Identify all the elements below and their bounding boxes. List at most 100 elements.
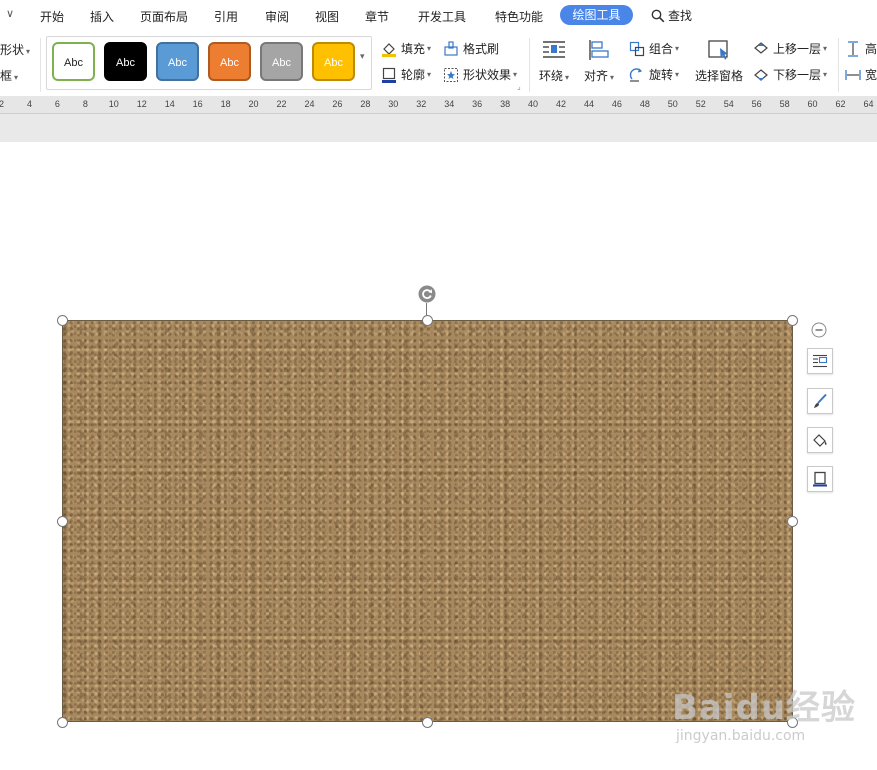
resize-handle-top[interactable] xyxy=(422,315,433,326)
shape-effect-button[interactable]: 形状效果 ▾ xyxy=(443,66,517,83)
tab-chapter[interactable]: 章节 xyxy=(365,8,389,25)
ruler-number: 44 xyxy=(583,99,594,109)
resize-handle-top-right[interactable] xyxy=(787,315,798,326)
group-button[interactable]: 组合 ▾ xyxy=(629,40,679,57)
width-field[interactable]: 宽 xyxy=(845,66,877,83)
divider xyxy=(838,38,839,92)
shape-outline-button[interactable] xyxy=(807,466,833,492)
width-label: 宽 xyxy=(865,68,877,82)
wrap-label: 环绕 xyxy=(539,69,564,83)
ruler-number: 30 xyxy=(388,99,399,109)
tab-drawing-tools[interactable]: 绘图工具 xyxy=(560,5,633,25)
ruler-number: 24 xyxy=(304,99,315,109)
ruler-number: 52 xyxy=(695,99,706,109)
horizontal-ruler[interactable]: 2 4 6 8 10 12 14 16 18 20 22 24 26 28 30 32 34 36 38 40 42 44… xyxy=(0,96,877,114)
chevron-down-icon: ▾ xyxy=(675,70,680,79)
ruler-number: 56 xyxy=(751,99,762,109)
bring-forward-label: 上移一层 xyxy=(773,42,822,56)
tab-developer-tools[interactable]: 开发工具 xyxy=(418,8,466,25)
tab-references[interactable]: 引用 xyxy=(214,8,238,25)
text-frame-button[interactable]: 框 ▾ xyxy=(0,67,18,84)
ruler-number: 50 xyxy=(667,99,678,109)
style-swatch-white[interactable]: Abc xyxy=(52,42,95,81)
ruler-number: 64 xyxy=(863,99,874,109)
resize-handle-bottom[interactable] xyxy=(422,717,433,728)
ruler-number: 40 xyxy=(528,99,539,109)
style-swatch-gold[interactable]: Abc xyxy=(312,42,355,81)
fill-button[interactable]: 填充 ▾ xyxy=(381,40,431,57)
ruler-number: 8 xyxy=(82,99,88,109)
chevron-down-icon: ▾ xyxy=(823,44,828,53)
resize-handle-bottom-left[interactable] xyxy=(57,717,68,728)
collapse-toolbar-icon[interactable] xyxy=(811,322,827,338)
format-painter-label: 格式刷 xyxy=(463,42,500,56)
layout-options-button[interactable] xyxy=(807,348,833,374)
tab-insert[interactable]: 插入 xyxy=(90,8,114,25)
send-backward-button[interactable]: 下移一层 ▾ xyxy=(753,66,827,83)
fill-label: 填充 xyxy=(401,42,426,56)
ruler-number: 14 xyxy=(164,99,175,109)
group-icon xyxy=(629,41,645,56)
tab-review[interactable]: 审阅 xyxy=(265,8,289,25)
shape-label: 形状 xyxy=(0,43,25,57)
tab-home[interactable]: 开始 xyxy=(40,8,64,25)
watermark-brand: Baidu经验 xyxy=(672,688,857,728)
style-swatch-gray[interactable]: Abc xyxy=(260,42,303,81)
ruler-number: 6 xyxy=(54,99,60,109)
gallery-expand-icon[interactable]: ▾ xyxy=(360,52,365,62)
bring-forward-button[interactable]: 上移一层 ▾ xyxy=(753,40,827,57)
divider xyxy=(529,38,530,92)
selection-pane-button[interactable]: 选择窗格 xyxy=(695,39,743,84)
ruler-number: 10 xyxy=(108,99,119,109)
tab-view[interactable]: 视图 xyxy=(315,8,339,25)
shape-style-gallery: Abc Abc Abc Abc Abc Abc xyxy=(46,36,372,90)
tab-special-features[interactable]: 特色功能 xyxy=(495,8,543,25)
ruler-number: 26 xyxy=(332,99,343,109)
resize-handle-right[interactable] xyxy=(787,516,798,527)
height-field[interactable]: 高 xyxy=(845,40,877,57)
shape-button[interactable]: 形状 ▾ xyxy=(0,41,30,58)
ruler-number: 18 xyxy=(220,99,231,109)
tab-page-layout[interactable]: 页面布局 xyxy=(140,8,188,25)
layout-options-icon xyxy=(813,354,828,368)
height-label: 高 xyxy=(865,42,877,56)
ruler-number: 54 xyxy=(723,99,734,109)
selection-pane-label: 选择窗格 xyxy=(695,69,744,83)
style-swatch-black[interactable]: Abc xyxy=(104,42,147,81)
rotate-handle-icon[interactable] xyxy=(418,285,436,303)
ruler-number: 42 xyxy=(556,99,567,109)
search-button[interactable]: 查找 xyxy=(651,7,692,24)
rotate-label: 旋转 xyxy=(649,68,674,82)
format-painter-button[interactable]: 格式刷 xyxy=(443,40,499,57)
selection-pane-icon xyxy=(708,40,728,60)
wrap-text-button[interactable]: 环绕 ▾ xyxy=(539,39,569,84)
rotate-icon xyxy=(629,67,642,82)
ribbon-dialog-launcher-icon[interactable]: ⌟ xyxy=(517,82,521,91)
align-label: 对齐 xyxy=(584,69,609,83)
paint-bucket-icon xyxy=(382,42,396,57)
ruler-number: 62 xyxy=(835,99,846,109)
style-swatch-orange[interactable]: Abc xyxy=(208,42,251,81)
align-button[interactable]: 对齐 ▾ xyxy=(584,39,614,84)
resize-handle-left[interactable] xyxy=(57,516,68,527)
baidu-watermark: Baidu经验 jingyan.baidu.com xyxy=(672,680,872,750)
rotate-button[interactable]: 旋转 ▾ xyxy=(629,66,679,83)
ruler-number: 22 xyxy=(276,99,287,109)
shape-fill-button[interactable] xyxy=(807,427,833,453)
quick-access-dropdown-icon[interactable]: ∨ xyxy=(6,7,14,20)
ruler-number: 60 xyxy=(807,99,818,109)
shape-fill-icon xyxy=(813,434,827,447)
shape-outline-icon xyxy=(813,471,827,487)
style-swatch-blue[interactable]: Abc xyxy=(156,42,199,81)
send-backward-label: 下移一层 xyxy=(773,68,822,82)
ruler-number: 16 xyxy=(192,99,203,109)
resize-handle-top-left[interactable] xyxy=(57,315,68,326)
ruler-margin-strip xyxy=(0,114,877,142)
textured-rectangle-shape[interactable] xyxy=(62,320,793,722)
shape-style-button[interactable] xyxy=(807,388,833,414)
ruler-number: 36 xyxy=(472,99,483,109)
ruler-number: 12 xyxy=(136,99,147,109)
ruler-number: 34 xyxy=(444,99,455,109)
chevron-down-icon: ▾ xyxy=(14,73,19,82)
outline-button[interactable]: 轮廓 ▾ xyxy=(381,66,431,83)
